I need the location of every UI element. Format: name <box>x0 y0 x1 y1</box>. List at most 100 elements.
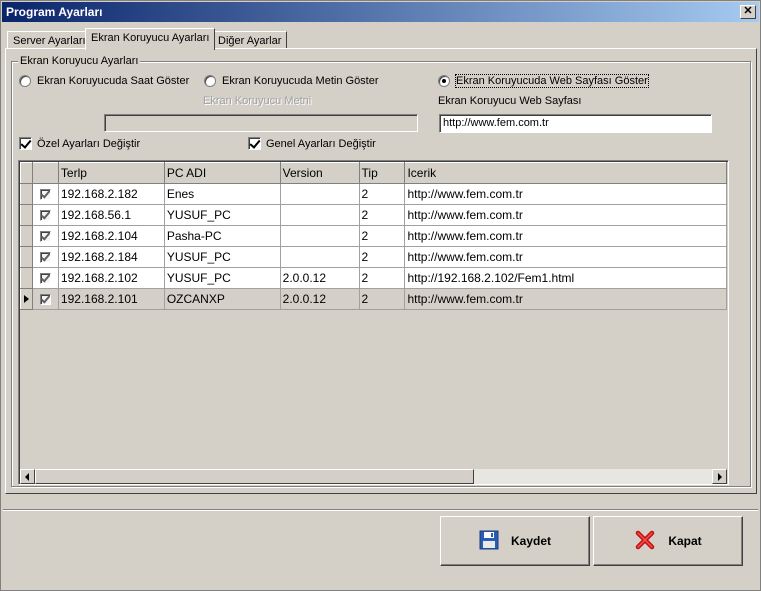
bottom-separator <box>3 509 758 511</box>
row-checkbox-cell[interactable] <box>32 225 59 247</box>
web-page-label: Ekran Koruyucu Web Sayfası <box>438 95 582 107</box>
scroll-left-button[interactable] <box>20 469 35 484</box>
clients-data-grid[interactable]: Terlp PC ADI Version Tip Icerik 192.168.… <box>18 160 729 485</box>
cell-ip[interactable]: 192.168.2.101 <box>58 288 165 310</box>
cell-content[interactable]: http://www.fem.com.tr <box>404 183 727 205</box>
cell-pc-name[interactable]: Pasha-PC <box>164 225 281 247</box>
checkbox-checked-icon[interactable] <box>39 294 51 306</box>
cell-ip[interactable]: 192.168.2.102 <box>58 267 165 289</box>
screensaver-text-label: Ekran Koruyucu Metni <box>203 95 312 107</box>
cell-pc-name[interactable]: OZCANXP <box>164 288 281 310</box>
cell-version[interactable] <box>280 183 360 205</box>
floppy-disk-icon <box>479 530 499 553</box>
table-row[interactable]: 192.168.2.102 YUSUF_PC 2.0.0.12 2 http:/… <box>20 267 727 289</box>
close-window-button[interactable]: ✕ <box>740 5 756 19</box>
window-title: Program Ayarları <box>6 5 103 19</box>
cell-type[interactable]: 2 <box>359 204 406 226</box>
cell-type[interactable]: 2 <box>359 246 406 268</box>
row-header[interactable] <box>20 183 33 205</box>
row-header[interactable] <box>20 246 33 268</box>
table-row[interactable]: 192.168.56.1 YUSUF_PC 2 http://www.fem.c… <box>20 204 727 226</box>
cell-type[interactable]: 2 <box>359 225 406 247</box>
cell-type[interactable]: 2 <box>359 288 406 310</box>
checkbox-checked-icon[interactable] <box>39 189 51 201</box>
cell-version[interactable]: 2.0.0.12 <box>280 267 360 289</box>
row-checkbox-cell[interactable] <box>32 288 59 310</box>
table-header-row: Terlp PC ADI Version Tip Icerik <box>20 162 727 184</box>
cell-content[interactable]: http://www.fem.com.tr <box>404 246 727 268</box>
cell-content[interactable]: http://www.fem.com.tr <box>404 288 727 310</box>
column-header-version[interactable]: Version <box>279 162 360 184</box>
row-header[interactable] <box>20 267 33 289</box>
radio-text-label: Ekran Koruyucuda Metin Göster <box>222 75 379 87</box>
close-button[interactable]: Kapat <box>593 516 743 566</box>
row-checkbox-cell[interactable] <box>32 204 59 226</box>
row-header[interactable] <box>20 288 33 310</box>
table-row[interactable]: 192.168.2.184 YUSUF_PC 2 http://www.fem.… <box>20 246 727 268</box>
cell-version[interactable] <box>280 246 360 268</box>
table-row[interactable]: 192.168.2.182 Enes 2 http://www.fem.com.… <box>20 183 727 205</box>
general-settings-label: Genel Ayarları Değiştir <box>266 137 376 150</box>
radio-web[interactable]: Ekran Koruyucuda Web Sayfası Göster <box>438 74 649 88</box>
tab-screensaver-settings[interactable]: Ekran Koruyucu Ayarları <box>85 28 216 50</box>
checkbox-checked-icon[interactable] <box>39 252 51 264</box>
cell-version[interactable] <box>280 225 360 247</box>
checkbox-checked-icon[interactable] <box>39 210 51 222</box>
radio-clock[interactable]: Ekran Koruyucuda Saat Göster <box>19 75 189 87</box>
cell-content[interactable]: http://www.fem.com.tr <box>404 204 727 226</box>
cell-version[interactable]: 2.0.0.12 <box>280 288 360 310</box>
radio-clock-label: Ekran Koruyucuda Saat Göster <box>37 75 190 87</box>
cell-ip[interactable]: 192.168.2.184 <box>58 246 165 268</box>
cell-ip[interactable]: 192.168.2.182 <box>58 183 165 205</box>
cell-pc-name[interactable]: YUSUF_PC <box>164 204 281 226</box>
cell-type[interactable]: 2 <box>359 183 406 205</box>
custom-settings-label: Özel Ayarları Değiştir <box>37 137 141 150</box>
radio-web-label: Ekran Koruyucuda Web Sayfası Göster <box>455 74 649 88</box>
row-checkbox-cell[interactable] <box>32 267 59 289</box>
table-row-selected[interactable]: 192.168.2.101 OZCANXP 2.0.0.12 2 http://… <box>20 288 727 310</box>
scroll-thumb[interactable] <box>35 469 474 484</box>
checkbox-checked-icon[interactable] <box>19 137 32 150</box>
checkbox-checked-icon[interactable] <box>39 231 51 243</box>
cell-ip[interactable]: 192.168.56.1 <box>58 204 165 226</box>
table-row[interactable]: 192.168.2.104 Pasha-PC 2 http://www.fem.… <box>20 225 727 247</box>
cell-pc-name[interactable]: YUSUF_PC <box>164 267 281 289</box>
row-checkbox-cell[interactable] <box>32 246 59 268</box>
grid-body: Terlp PC ADI Version Tip Icerik 192.168.… <box>20 162 727 468</box>
radio-button-icon[interactable] <box>19 75 31 87</box>
column-header-content[interactable]: Icerik <box>404 162 727 184</box>
radio-button-icon[interactable] <box>204 75 216 87</box>
checkbox-checked-icon[interactable] <box>39 273 51 285</box>
cell-type[interactable]: 2 <box>359 267 406 289</box>
red-x-icon <box>634 529 656 554</box>
row-header[interactable] <box>20 225 33 247</box>
save-button-label: Kaydet <box>510 534 551 548</box>
general-settings-checkbox[interactable]: Genel Ayarları Değiştir <box>248 137 376 150</box>
column-header-check[interactable] <box>31 162 59 184</box>
cell-content[interactable]: http://www.fem.com.tr <box>404 225 727 247</box>
row-checkbox-cell[interactable] <box>32 183 59 205</box>
checkbox-checked-icon[interactable] <box>248 137 261 150</box>
radio-button-checked-icon[interactable] <box>438 75 450 87</box>
web-page-input[interactable]: http://www.fem.com.tr <box>439 114 712 133</box>
clients-table: Terlp PC ADI Version Tip Icerik 192.168.… <box>20 162 727 310</box>
column-header-type[interactable]: Tip <box>358 162 406 184</box>
current-row-arrow-icon <box>24 295 29 303</box>
close-button-label: Kapat <box>668 534 702 548</box>
custom-settings-checkbox[interactable]: Özel Ayarları Değiştir <box>19 137 140 150</box>
row-header-corner <box>20 162 33 184</box>
column-header-ip[interactable]: Terlp <box>57 162 165 184</box>
horizontal-scrollbar[interactable] <box>20 469 727 484</box>
column-header-pc-name[interactable]: PC ADI <box>163 162 281 184</box>
radio-text[interactable]: Ekran Koruyucuda Metin Göster <box>204 75 379 87</box>
cell-pc-name[interactable]: Enes <box>164 183 281 205</box>
scroll-right-button[interactable] <box>712 469 727 484</box>
screensaver-text-input[interactable] <box>104 114 418 132</box>
cell-content[interactable]: http://192.168.2.102/Fem1.html <box>404 267 727 289</box>
row-header[interactable] <box>20 204 33 226</box>
title-bar: Program Ayarları ✕ <box>2 2 759 22</box>
cell-version[interactable] <box>280 204 360 226</box>
cell-ip[interactable]: 192.168.2.104 <box>58 225 165 247</box>
cell-pc-name[interactable]: YUSUF_PC <box>164 246 281 268</box>
save-button[interactable]: Kaydet <box>440 516 590 566</box>
